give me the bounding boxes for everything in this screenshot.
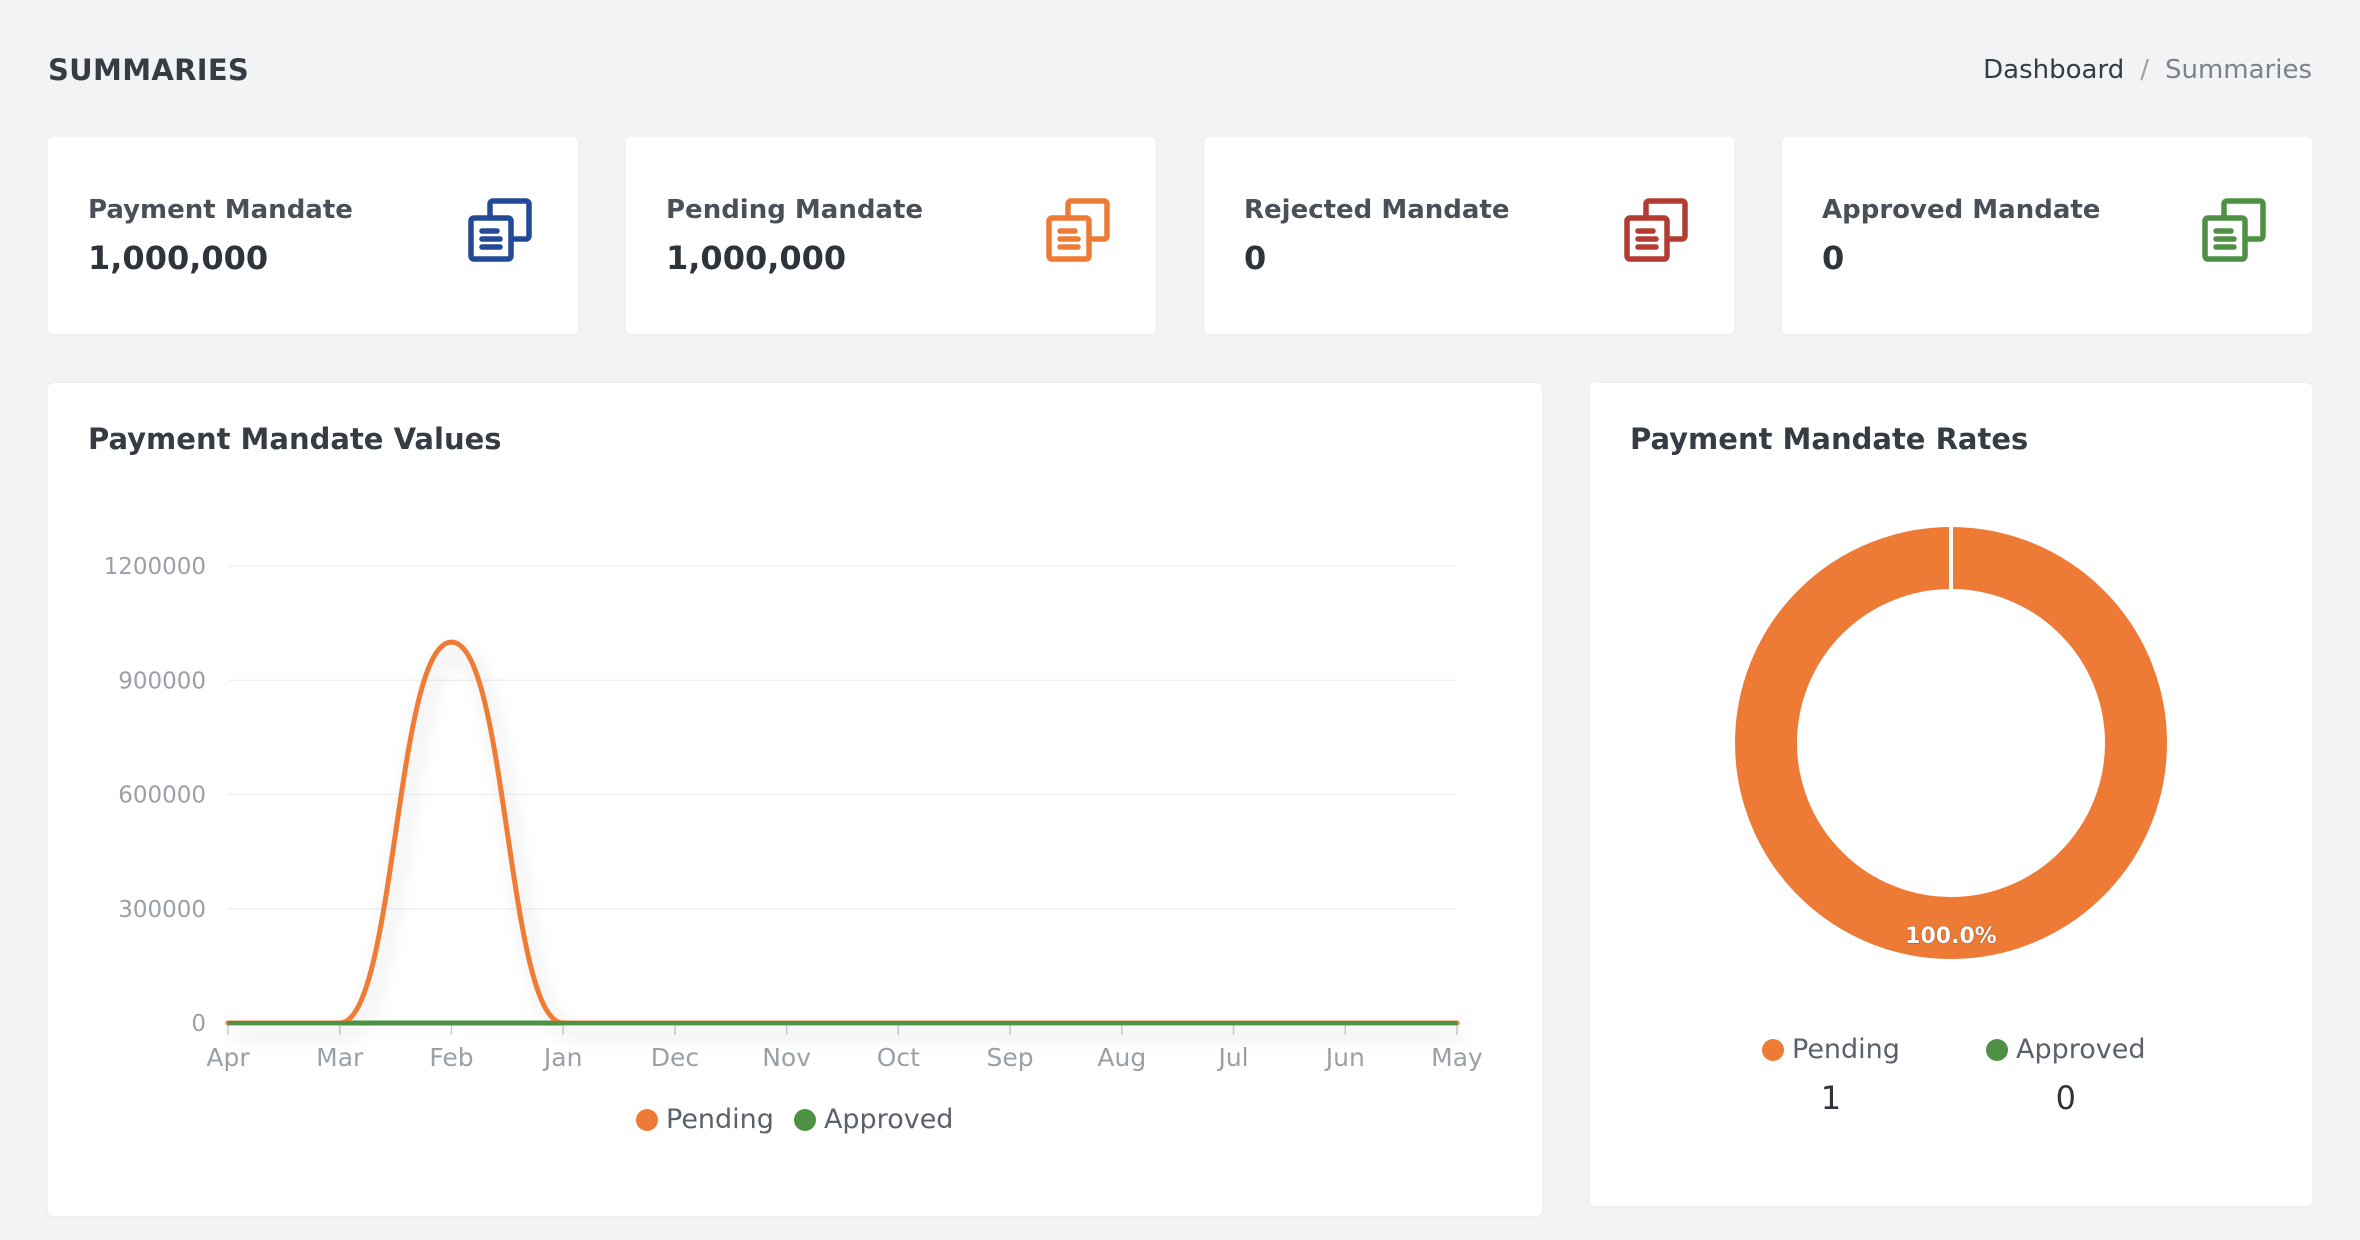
legend-value: 0 <box>2055 1079 2076 1117</box>
stat-card-rejected-mandate: Rejected Mandate 0 <box>1204 137 1734 334</box>
x-tick-label: Dec <box>651 1043 699 1072</box>
stat-label: Approved Mandate <box>1822 195 2101 225</box>
y-tick-label: 1200000 <box>104 554 206 580</box>
y-tick-label: 600000 <box>118 783 206 809</box>
donut-legend-approved: Approved 0 <box>1986 1034 2146 1117</box>
stat-value: 0 <box>1822 239 1845 277</box>
legend-label: Approved <box>823 1104 954 1135</box>
x-tick-label: Aug <box>1097 1043 1146 1072</box>
legend-item-approved[interactable]: Approved <box>793 1104 954 1135</box>
x-tick-label: Jan <box>542 1043 583 1072</box>
legend-value: 1 <box>1820 1079 1842 1117</box>
donut-legend-pending: Pending 1 <box>1762 1034 1900 1117</box>
legend-label: Pending <box>666 1104 774 1135</box>
legend-label: Pending <box>1792 1034 1900 1065</box>
legend-item-approved[interactable]: Approved <box>1986 1034 2146 1065</box>
legend-dot <box>1762 1038 1784 1061</box>
payment-mandate-values-chart: 0 300000 600000 900000 1200000 Apr Mar Feb Jan De… <box>104 554 1483 1072</box>
stat-card-pending-mandate: Pending Mandate 1,000,000 <box>626 137 1156 334</box>
x-tick-label: Jul <box>1216 1043 1248 1072</box>
payment-mandate-rates-chart: 100.0% <box>1735 525 2167 959</box>
stat-value: 0 <box>1244 239 1267 277</box>
documents-icon <box>468 198 532 262</box>
legend-dot <box>793 1108 816 1131</box>
x-tick-label: Sep <box>987 1043 1034 1072</box>
stat-card-approved-mandate: Approved Mandate 0 <box>1782 137 2312 334</box>
legend-label: Approved <box>2016 1034 2146 1065</box>
legend-dot <box>1986 1038 2008 1061</box>
breadcrumb-current: Summaries <box>2164 55 2312 85</box>
series-line-pending[interactable] <box>225 639 1460 1026</box>
stat-label: Payment Mandate <box>88 195 353 225</box>
page-title: SUMMARIES <box>48 53 250 87</box>
stat-label: Rejected Mandate <box>1244 195 1510 225</box>
stat-value: 1,000,000 <box>666 239 847 277</box>
documents-icon <box>1046 198 1110 262</box>
summaries-page: SUMMARIES Dashboard / Summaries Payment … <box>0 0 2360 1240</box>
values-chart-legend: Pending Approved <box>636 1104 953 1135</box>
x-tick-label: Oct <box>877 1043 920 1072</box>
stat-label: Pending Mandate <box>666 195 924 225</box>
breadcrumb: Dashboard / Summaries <box>1983 55 2312 85</box>
legend-item-pending[interactable]: Pending <box>1762 1034 1900 1065</box>
documents-icon <box>2202 198 2266 262</box>
x-tick-label: Jun <box>1324 1043 1365 1072</box>
page-header: SUMMARIES Dashboard / Summaries <box>48 45 2312 95</box>
stat-card-payment-mandate: Payment Mandate 1,000,000 <box>48 137 578 334</box>
x-tick-label: May <box>1431 1043 1483 1072</box>
legend-dot <box>636 1108 658 1131</box>
stat-value: 1,000,000 <box>88 239 269 277</box>
documents-icon <box>1624 198 1688 262</box>
y-tick-label: 900000 <box>118 668 206 694</box>
x-tick-label: Mar <box>316 1043 364 1072</box>
breadcrumb-dashboard-link[interactable]: Dashboard <box>1983 55 2124 85</box>
y-tick-label: 0 <box>191 1011 206 1037</box>
donut-slice-label: 100.0% <box>1905 924 1997 949</box>
x-tick-label: Feb <box>429 1043 473 1072</box>
x-tick-label: Nov <box>762 1043 811 1072</box>
legend-item-pending[interactable]: Pending <box>636 1104 774 1135</box>
y-tick-label: 300000 <box>118 897 206 923</box>
breadcrumb-separator: / <box>2140 55 2149 85</box>
x-tick-label: Apr <box>206 1043 250 1072</box>
donut-slice-pending[interactable] <box>1735 527 2167 959</box>
